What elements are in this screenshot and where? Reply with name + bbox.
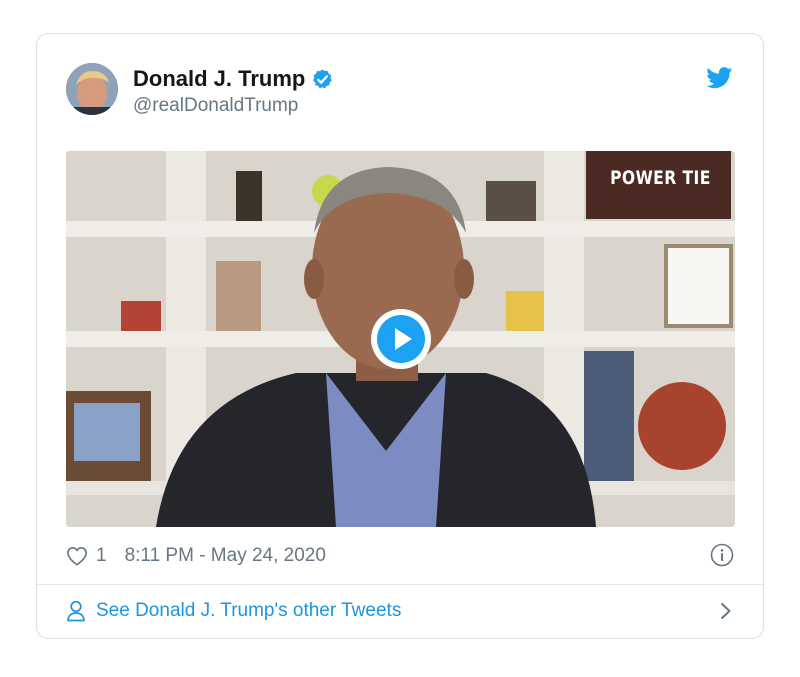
tweet-meta-row: 1 8:11 PM - May 24, 2020 [66,542,734,570]
like-count[interactable]: 1 [96,545,107,567]
play-button[interactable] [371,309,431,369]
video-media[interactable]: POWER TIE [66,151,735,527]
verified-badge-icon [313,68,333,88]
video-watermark: POWER TIE [610,167,711,189]
chevron-right-icon[interactable] [720,602,732,620]
author-display-name[interactable]: Donald J. Trump [133,66,305,92]
heart-icon[interactable] [66,546,88,566]
author-name-row[interactable]: Donald J. Trump [133,66,334,92]
see-other-tweets-label[interactable]: See Donald J. Trump's other Tweets [96,600,401,622]
tweet-timestamp[interactable]: 8:11 PM - May 24, 2020 [125,545,326,567]
author-avatar[interactable] [66,63,118,115]
play-icon [377,315,425,363]
see-other-tweets-link[interactable]: See Donald J. Trump's other Tweets [66,596,734,626]
person-icon [67,600,85,622]
info-icon[interactable] [710,543,734,567]
footer-divider [37,584,763,585]
embedded-tweet-card: Donald J. Trump @realDonaldTrump POWER T… [36,33,764,639]
author-handle[interactable]: @realDonaldTrump [133,95,298,117]
twitter-bird-icon[interactable] [706,67,733,89]
